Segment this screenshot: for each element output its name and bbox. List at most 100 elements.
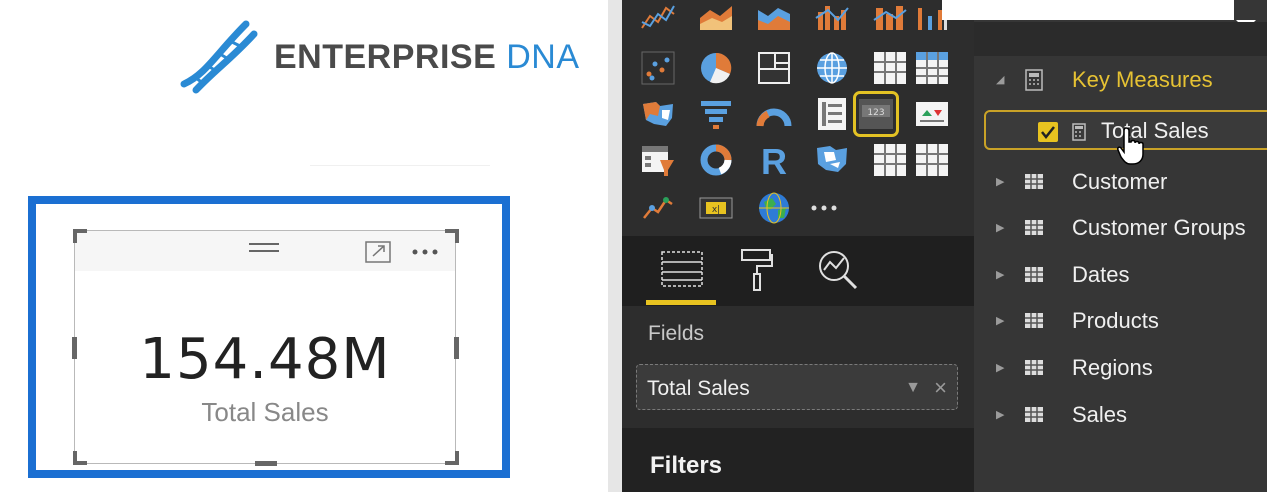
expand-arrow-icon[interactable]: ▶ bbox=[996, 175, 1004, 188]
table-icon[interactable] bbox=[872, 50, 908, 86]
table-label: Sales bbox=[1072, 402, 1128, 427]
table-customer-groups[interactable]: ▶ Customer Groups bbox=[974, 206, 1267, 250]
fields-search-box[interactable] bbox=[942, 0, 1234, 20]
collapse-arrow-icon[interactable]: ◢ bbox=[996, 73, 1004, 86]
table-icon bbox=[1025, 174, 1043, 189]
well-remove-icon[interactable]: × bbox=[934, 375, 947, 401]
pie-chart-icon[interactable] bbox=[698, 50, 734, 86]
map-icon[interactable] bbox=[814, 50, 850, 86]
table-products[interactable]: ▶ Products bbox=[974, 299, 1267, 343]
more-visuals-icon[interactable] bbox=[806, 190, 842, 226]
logo-word-enterprise: ENTERPRISE bbox=[274, 38, 497, 76]
report-canvas[interactable]: ENTERPRISE DNA 154.48M Total Sales bbox=[0, 0, 610, 492]
measure-total-sales[interactable]: Total Sales bbox=[984, 110, 1267, 165]
matrix-icon[interactable] bbox=[914, 50, 950, 86]
checkmark-icon bbox=[1041, 126, 1055, 140]
more-options-icon[interactable] bbox=[411, 248, 439, 256]
table-icon bbox=[1025, 267, 1043, 282]
resize-handle-left[interactable] bbox=[72, 337, 77, 359]
expand-arrow-icon[interactable]: ▶ bbox=[996, 408, 1004, 421]
table-customer[interactable]: ▶ Customer bbox=[974, 160, 1267, 204]
fields-tab-icon[interactable] bbox=[660, 250, 704, 290]
analytics-magnifier-icon[interactable] bbox=[816, 248, 860, 292]
resize-handle-bottom[interactable] bbox=[255, 461, 277, 466]
r-visual-icon[interactable]: R bbox=[756, 141, 792, 182]
area-chart-icon[interactable] bbox=[698, 2, 734, 32]
format-paint-roller-icon[interactable] bbox=[740, 248, 774, 292]
table-dates[interactable]: ▶ Dates bbox=[974, 253, 1267, 297]
scatter-chart-icon[interactable] bbox=[640, 50, 676, 86]
calculator-icon bbox=[1025, 69, 1043, 91]
custom-line-visual-icon[interactable] bbox=[640, 190, 676, 226]
gauge-icon[interactable] bbox=[756, 96, 792, 132]
slicer-icon[interactable] bbox=[640, 142, 676, 178]
focus-mode-icon[interactable] bbox=[365, 241, 391, 263]
fields-pane-header bbox=[974, 22, 1267, 56]
stacked-area-chart-icon[interactable] bbox=[756, 2, 792, 32]
matrix-alt-icon[interactable] bbox=[914, 142, 950, 178]
table-alt-icon[interactable] bbox=[872, 142, 908, 178]
kpi-icon[interactable] bbox=[914, 96, 950, 132]
shape-map-icon[interactable] bbox=[814, 142, 850, 178]
card-value: 154.48M bbox=[139, 327, 391, 392]
svg-text:R: R bbox=[761, 142, 787, 178]
line-chart-icon[interactable] bbox=[640, 2, 676, 32]
filters-section: Filters bbox=[622, 428, 974, 492]
table-regions[interactable]: ▶ Regions bbox=[974, 346, 1267, 390]
pane-divider bbox=[608, 0, 622, 492]
resize-handle-top-right-v[interactable] bbox=[455, 229, 459, 243]
measure-checkbox[interactable] bbox=[1038, 122, 1058, 142]
resize-handle-top-left-v[interactable] bbox=[73, 229, 77, 243]
svg-text:x|: x| bbox=[712, 205, 720, 215]
dna-helix-icon bbox=[180, 20, 258, 94]
expand-arrow-icon[interactable]: ▶ bbox=[996, 221, 1004, 234]
table-label: Products bbox=[1072, 308, 1159, 333]
fields-section-label: Fields bbox=[648, 322, 705, 345]
well-dropdown-icon[interactable]: ▼ bbox=[905, 379, 921, 397]
table-key-measures[interactable]: ◢ Key Measures bbox=[974, 58, 1267, 102]
logo-wordmark: ENTERPRISE DNA bbox=[274, 38, 580, 77]
active-tab-indicator bbox=[646, 300, 716, 305]
card-visual-icon[interactable]: 123 bbox=[853, 91, 899, 137]
expand-arrow-icon[interactable]: ▶ bbox=[996, 361, 1004, 374]
table-label: Customer Groups bbox=[1072, 215, 1246, 240]
table-label: Customer bbox=[1072, 169, 1168, 194]
table-icon bbox=[1025, 407, 1043, 422]
table-icon bbox=[1025, 313, 1043, 328]
expand-arrow-icon[interactable]: ▶ bbox=[996, 314, 1004, 327]
table-sales[interactable]: ▶ Sales bbox=[974, 393, 1267, 437]
visual-pane-tabs bbox=[622, 236, 974, 306]
resize-handle-bottom-right-v[interactable] bbox=[455, 451, 459, 465]
multi-row-card-icon[interactable] bbox=[814, 96, 850, 132]
line-stacked-column-icon[interactable] bbox=[872, 2, 908, 32]
logo-word-dna: DNA bbox=[506, 38, 580, 76]
card-visual-header[interactable] bbox=[75, 231, 455, 271]
custom-card-visual-icon[interactable]: x| bbox=[698, 190, 734, 226]
drag-handle-icon[interactable] bbox=[248, 241, 280, 255]
fields-pane: ◢ Key Measures Total Sales ▶ Customer ▶ … bbox=[942, 0, 1267, 492]
resize-handle-bottom-left-v[interactable] bbox=[73, 451, 77, 465]
visualizations-pane: 123 R x| Fields Total Sales ▼ × Filters bbox=[622, 0, 974, 492]
table-label: Dates bbox=[1072, 262, 1130, 287]
card-visual[interactable]: 154.48M Total Sales bbox=[72, 229, 459, 466]
faint-divider bbox=[310, 165, 490, 166]
globe-visual-icon[interactable] bbox=[756, 190, 792, 226]
funnel-icon[interactable] bbox=[698, 96, 734, 132]
table-label: Regions bbox=[1072, 355, 1153, 380]
table-icon bbox=[1025, 360, 1043, 375]
filled-map-icon[interactable] bbox=[640, 96, 676, 132]
table-icon bbox=[1025, 220, 1043, 235]
treemap-icon[interactable] bbox=[756, 50, 792, 86]
donut-chart-icon[interactable] bbox=[698, 142, 734, 178]
resize-handle-right[interactable] bbox=[454, 337, 459, 359]
expand-arrow-icon[interactable]: ▶ bbox=[996, 268, 1004, 281]
measure-calculator-icon bbox=[1072, 123, 1086, 141]
line-clustered-column-icon[interactable] bbox=[814, 2, 850, 32]
value-field-well[interactable]: Total Sales ▼ × bbox=[636, 364, 958, 410]
visual-type-gallery: 123 R x| bbox=[622, 0, 974, 236]
filters-label: Filters bbox=[650, 452, 723, 479]
table-label-key-measures: Key Measures bbox=[1072, 67, 1213, 92]
value-field-well-text: Total Sales bbox=[647, 377, 750, 400]
card-label: Total Sales bbox=[201, 397, 329, 427]
enterprise-dna-logo: ENTERPRISE DNA bbox=[176, 14, 586, 94]
